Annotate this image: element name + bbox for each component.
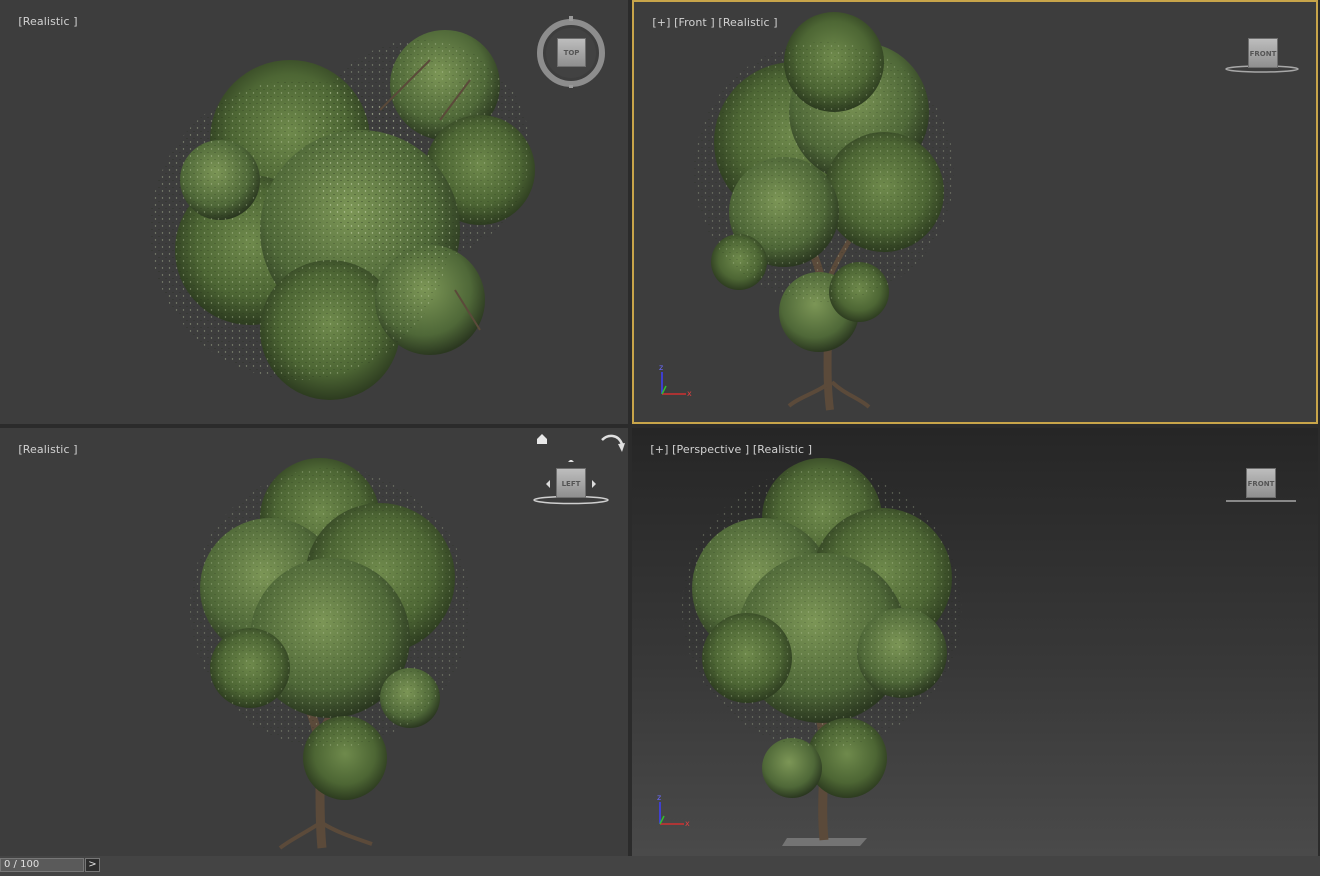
viewcube-face-front[interactable]: FRONT [1248,38,1278,68]
viewcube[interactable]: LEFT [532,459,610,508]
viewcube-face-top[interactable]: TOP [557,38,586,67]
viewport-top[interactable]: [Realistic ] TOP [0,0,628,424]
home-icon[interactable] [536,433,548,445]
axis-x-label: x [685,819,690,828]
rotate-arrow-icon[interactable] [600,432,626,456]
viewport-perspective[interactable]: [+] [Perspective ] [Realistic ] z x FRON… [632,428,1318,856]
axis-x-label: x [687,389,692,398]
viewcube-face-left[interactable]: LEFT [556,468,586,498]
axis-tripod-icon: z x [657,793,690,828]
tree-model-front-view[interactable] [634,2,1316,422]
axis-z-label: z [659,363,663,372]
viewport-left[interactable]: [Realistic ] LEFT [0,428,628,856]
viewcube[interactable]: TOP [536,16,606,88]
viewport-front[interactable]: [+] [Front ] [Realistic ] z x FRONT [632,0,1318,424]
time-slider-bar: 0 / 100 > [0,856,1320,876]
axis-z-label: z [657,793,661,802]
viewcube-face-front[interactable]: FRONT [1246,468,1276,498]
time-slider-thumb[interactable]: 0 / 100 [0,858,84,872]
viewcube[interactable]: FRONT [1224,468,1298,504]
tree-model-perspective-view[interactable] [632,428,1318,856]
axis-tripod-icon: z x [659,363,692,398]
next-frame-button[interactable]: > [85,858,100,872]
tree-model-top-view[interactable] [0,0,628,424]
viewcube[interactable]: FRONT [1224,36,1300,76]
